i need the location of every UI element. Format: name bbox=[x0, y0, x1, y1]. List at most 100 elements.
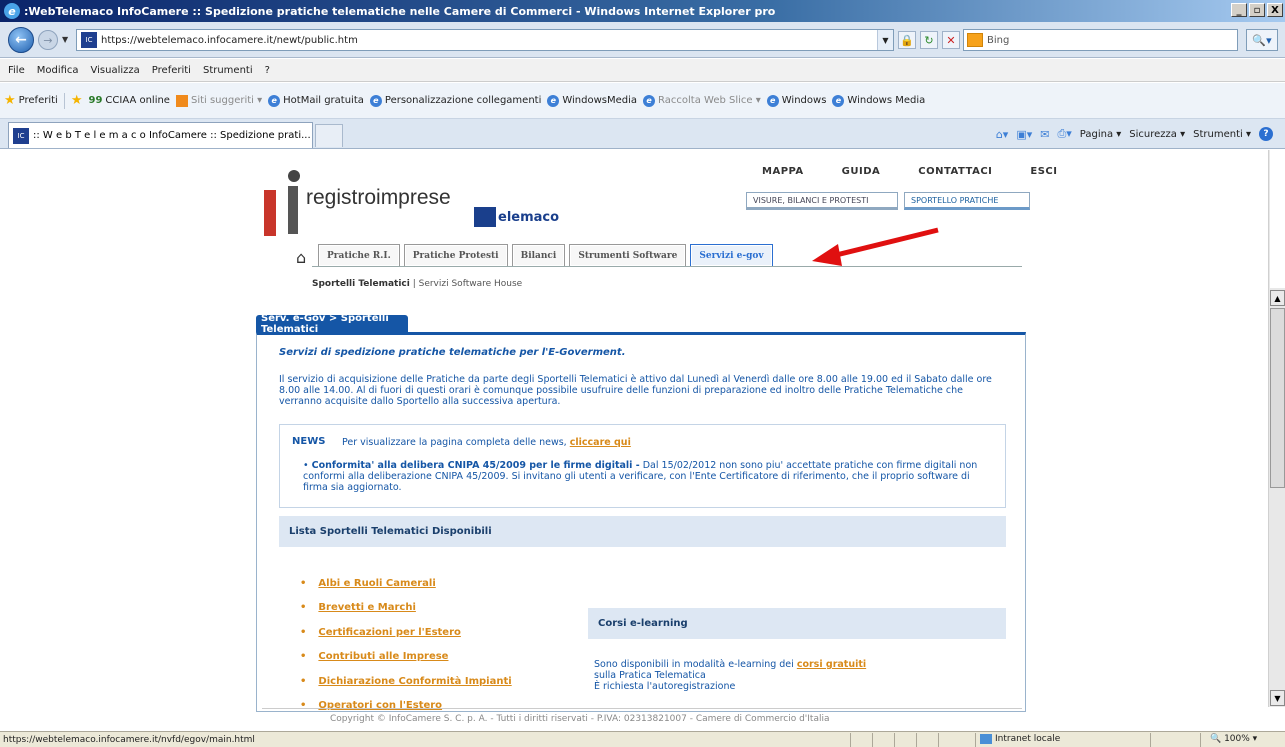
scroll-down-icon[interactable]: ▼ bbox=[1270, 690, 1285, 706]
news-item: • Conformita' alla delibera CNIPA 45/200… bbox=[303, 460, 978, 493]
ie-icon: e bbox=[4, 3, 20, 19]
fav-web-slice[interactable]: e Raccolta Web Slice ▾ bbox=[643, 94, 761, 107]
help-icon[interactable]: ? bbox=[1259, 127, 1273, 141]
sub-navigation: Sportelli Telematici | Servizi Software … bbox=[312, 279, 523, 289]
address-toolbar: ← → ▼ IC https://webtelemaco.infocamere.… bbox=[0, 22, 1285, 58]
fav-windows-media[interactable]: e Windows Media bbox=[832, 94, 925, 107]
ie-page-icon: e bbox=[643, 94, 656, 107]
history-dropdown-icon[interactable]: ▼ bbox=[62, 35, 68, 44]
search-button[interactable]: 🔍▾ bbox=[1246, 29, 1278, 51]
link-esci[interactable]: ESCI bbox=[1030, 166, 1057, 177]
top-links: MAPPA GUIDA CONTATTACI ESCI bbox=[762, 166, 1057, 177]
ie-page-icon: e bbox=[268, 94, 281, 107]
lock-icon[interactable]: 🔒 bbox=[898, 31, 916, 49]
suggested-sites-icon bbox=[175, 94, 188, 107]
corsi-gratuiti-link[interactable]: corsi gratuiti bbox=[797, 659, 866, 670]
list-header: Lista Sportelli Telematici Disponibili bbox=[279, 516, 1006, 547]
home-icon[interactable]: ⌂ bbox=[296, 248, 306, 267]
back-button[interactable]: ← bbox=[8, 27, 34, 53]
tab-sportello-pratiche[interactable]: SPORTELLO PRATICHE bbox=[904, 192, 1030, 210]
fav-cciaa[interactable]: 99 CCIAA online bbox=[88, 95, 169, 106]
refresh-icon[interactable]: ↻ bbox=[920, 31, 938, 49]
fav-siti-suggeriti[interactable]: Siti suggeriti ▾ bbox=[175, 94, 262, 107]
logo-stem bbox=[288, 186, 298, 234]
stop-icon[interactable]: ✕ bbox=[942, 31, 960, 49]
command-bar: ⌂▾ ▣▾ ✉ ⎙▾ Pagina ▾ Sicurezza ▾ Strument… bbox=[996, 127, 1273, 141]
intro-text: Il servizio di acquisizione delle Pratic… bbox=[279, 374, 992, 407]
tab-pratiche-ri[interactable]: Pratiche R.I. bbox=[318, 244, 400, 266]
new-tab-button[interactable] bbox=[315, 124, 343, 147]
list-item[interactable]: • Contributi alle Imprese bbox=[300, 645, 512, 670]
add-favorite-icon[interactable]: ★ bbox=[71, 93, 83, 108]
section-title: Serv. e-Gov > Sportelli Telematici bbox=[256, 313, 408, 335]
security-zone: Intranet locale bbox=[980, 734, 1060, 744]
ie-page-icon: e bbox=[547, 94, 560, 107]
fav-personalizzazione[interactable]: e Personalizzazione collegamenti bbox=[369, 94, 541, 107]
home-page-icon[interactable]: ⌂▾ bbox=[996, 128, 1009, 141]
scroll-thumb[interactable] bbox=[1270, 308, 1285, 488]
news-label: NEWS bbox=[292, 436, 326, 447]
scroll-up-icon[interactable]: ▲ bbox=[1270, 290, 1285, 306]
tab-title: :: W e b T e l e m a c o InfoCamere :: S… bbox=[33, 130, 311, 141]
logo-text[interactable]: registroimprese bbox=[306, 186, 451, 210]
main-nav-tabs: Pratiche R.I. Pratiche Protesti Bilanci … bbox=[318, 244, 773, 266]
cciaa-icon: 99 bbox=[88, 95, 103, 106]
fav-windows[interactable]: e Windows bbox=[766, 94, 826, 107]
tab-bar: IC :: W e b T e l e m a c o InfoCamere :… bbox=[0, 119, 1285, 149]
tab-servizi-egov[interactable]: Servizi e-gov bbox=[690, 244, 773, 266]
minimize-button[interactable]: _ bbox=[1231, 3, 1247, 17]
news-link[interactable]: cliccare qui bbox=[570, 437, 631, 448]
status-url: https://webtelemaco.infocamere.it/nvfd/e… bbox=[3, 734, 255, 745]
list-item[interactable]: • Certificazioni per l'Estero bbox=[300, 620, 512, 645]
fav-windowsmedia[interactable]: e WindowsMedia bbox=[547, 94, 637, 107]
menu-modifica[interactable]: Modifica bbox=[37, 65, 79, 76]
favorites-bar: ★ Preferiti ★ 99 CCIAA online Siti sugge… bbox=[0, 83, 1285, 119]
link-guida[interactable]: GUIDA bbox=[842, 166, 881, 177]
link-contattaci[interactable]: CONTATTACI bbox=[918, 166, 992, 177]
list-item[interactable]: • Brevetti e Marchi bbox=[300, 596, 512, 621]
subnav-sportelli[interactable]: Sportelli Telematici bbox=[312, 279, 410, 289]
forward-button[interactable]: → bbox=[38, 30, 58, 50]
close-button[interactable]: X bbox=[1267, 3, 1283, 17]
elearning-header: Corsi e-learning bbox=[588, 608, 1006, 639]
zoom-level[interactable]: 🔍 100% ▾ bbox=[1210, 734, 1257, 744]
tab-pratiche-protesti[interactable]: Pratiche Protesti bbox=[403, 244, 508, 266]
tab-visure[interactable]: VISURE, BILANCI E PROTESTI bbox=[746, 192, 898, 210]
cmd-pagina[interactable]: Pagina ▾ bbox=[1080, 129, 1122, 140]
site-favicon-icon: IC bbox=[81, 32, 97, 48]
subnav-software-house[interactable]: Servizi Software House bbox=[419, 279, 523, 289]
ie-page-icon: e bbox=[766, 94, 779, 107]
menu-preferiti[interactable]: Preferiti bbox=[152, 65, 191, 76]
copyright-text: Copyright © InfoCamere S. C. p. A. - Tut… bbox=[330, 714, 830, 724]
link-mappa[interactable]: MAPPA bbox=[762, 166, 804, 177]
menu-file[interactable]: File bbox=[8, 65, 25, 76]
maximize-button[interactable]: ▫ bbox=[1249, 3, 1265, 17]
tab-bilanci[interactable]: Bilanci bbox=[511, 244, 566, 266]
menu-strumenti[interactable]: Strumenti bbox=[203, 65, 253, 76]
print-icon[interactable]: ⎙▾ bbox=[1057, 127, 1071, 141]
menu-help[interactable]: ? bbox=[265, 65, 270, 76]
telemaco-text: elemaco bbox=[498, 210, 560, 225]
address-url: https://webtelemaco.infocamere.it/newt/p… bbox=[101, 34, 358, 46]
footer-divider bbox=[262, 708, 1022, 709]
feeds-icon[interactable]: ▣▾ bbox=[1016, 128, 1032, 141]
ie-page-icon: e bbox=[832, 94, 845, 107]
fav-hotmail[interactable]: e HotMail gratuita bbox=[268, 94, 364, 107]
cmd-sicurezza[interactable]: Sicurezza ▾ bbox=[1129, 129, 1185, 140]
mail-icon[interactable]: ✉ bbox=[1040, 128, 1049, 141]
menu-visualizza[interactable]: Visualizza bbox=[91, 65, 140, 76]
page-scrollbar[interactable]: ▲ ▼ bbox=[1268, 150, 1285, 707]
tab-favicon-icon: IC bbox=[13, 127, 29, 144]
browser-tab-active[interactable]: IC :: W e b T e l e m a c o InfoCamere :… bbox=[8, 122, 313, 148]
address-input[interactable]: IC https://webtelemaco.infocamere.it/new… bbox=[76, 29, 894, 51]
news-item-title[interactable]: Conformita' alla delibera CNIPA 45/2009 … bbox=[312, 460, 640, 471]
list-item[interactable]: • Dichiarazione Conformità Impianti bbox=[300, 669, 512, 694]
search-placeholder: Bing bbox=[987, 34, 1010, 46]
ie-page-icon: e bbox=[369, 94, 382, 107]
cmd-strumenti[interactable]: Strumenti ▾ bbox=[1193, 129, 1251, 140]
list-item[interactable]: • Albi e Ruoli Camerali bbox=[300, 571, 512, 596]
address-dropdown-icon[interactable]: ▼ bbox=[877, 30, 893, 50]
search-input[interactable]: Bing bbox=[963, 29, 1238, 51]
tab-strumenti-software[interactable]: Strumenti Software bbox=[569, 244, 687, 266]
favorites-button[interactable]: ★ Preferiti bbox=[4, 93, 58, 108]
